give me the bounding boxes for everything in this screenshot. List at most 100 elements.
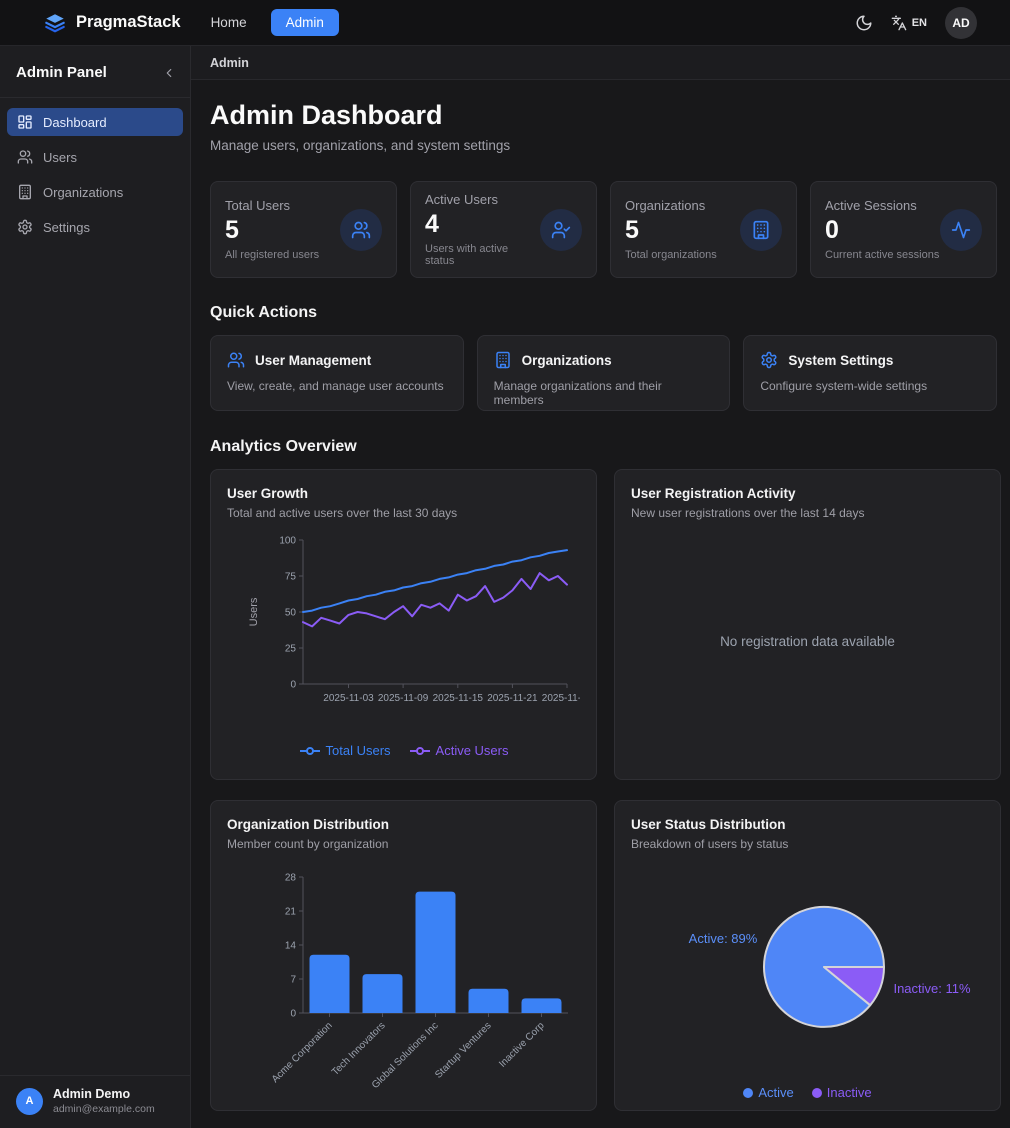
brand-name: PragmaStack [76,13,181,32]
sidebar: Admin Panel Dashboard Users Organization… [0,46,191,1128]
stat-card-active-sessions: Active Sessions 0 Current active session… [810,181,997,278]
user-status-distribution-card: User Status Distribution Breakdown of us… [614,800,1001,1111]
svg-text:2025-11-15: 2025-11-15 [433,693,484,704]
stat-description: Current active sessions [825,249,939,261]
quick-actions-grid: User Management View, create, and manage… [210,335,997,411]
stat-icon-circle [940,209,982,251]
stat-description: All registered users [225,249,319,261]
quick-action-description: View, create, and manage user accounts [227,379,447,393]
stat-description: Total organizations [625,249,717,261]
svg-text:Acme Corporation: Acme Corporation [270,1020,335,1085]
sidebar-item-dashboard[interactable]: Dashboard [7,108,183,136]
users-icon [17,149,33,165]
line-legend-marker-icon [299,746,321,756]
legend-dot-icon [743,1088,753,1098]
svg-text:Inactive: 11%: Inactive: 11% [893,981,971,996]
sidebar-header: Admin Panel [0,46,190,98]
organization-distribution-card: Organization Distribution Member count b… [210,800,597,1111]
sidebar-item-label: Settings [43,220,90,235]
svg-text:14: 14 [285,941,297,952]
empty-state-message: No registration data available [631,520,984,763]
top-nav: Home Admin [211,9,339,36]
line-legend-marker-icon [409,746,431,756]
building-icon [494,351,512,369]
svg-text:2025-11-09: 2025-11-09 [378,693,429,704]
quick-action-system-settings[interactable]: System Settings Configure system-wide se… [743,335,997,411]
moon-icon [855,14,873,32]
quick-action-organizations[interactable]: Organizations Manage organizations and t… [477,335,731,411]
pie-chart-legend: Active Inactive [631,1085,984,1100]
chart-subtitle: Member count by organization [227,837,580,851]
quick-action-title: Organizations [522,353,612,368]
quick-action-description: Configure system-wide settings [760,379,980,393]
chart-subtitle: New user registrations over the last 14 … [631,506,984,520]
legend-item-active: Active [743,1085,793,1100]
sidebar-item-organizations[interactable]: Organizations [7,178,183,206]
stat-label: Active Users [425,192,540,207]
topbar-right: EN AD [855,7,977,39]
svg-text:Active: 89%: Active: 89% [689,931,758,946]
user-email: admin@example.com [53,1103,155,1115]
users-icon [351,220,371,240]
svg-text:0: 0 [290,1009,296,1020]
svg-text:50: 50 [285,608,297,619]
stat-icon-circle [340,209,382,251]
registration-activity-card: User Registration Activity New user regi… [614,469,1001,780]
legend-item-active-users: Active Users [409,743,509,758]
chart-title: Organization Distribution [227,817,580,832]
pie-chart: Active: 89% Inactive: 11% [631,863,984,1071]
quick-action-user-management[interactable]: User Management View, create, and manage… [210,335,464,411]
stat-icon-circle [540,209,582,251]
stats-grid: Total Users 5 All registered users Activ… [210,181,997,278]
avatar: A [16,1088,43,1115]
nav-home-link[interactable]: Home [211,15,247,30]
page-subtitle: Manage users, organizations, and system … [210,138,997,153]
gear-icon [17,219,33,235]
stat-value: 4 [425,210,540,239]
legend-item-inactive: Inactive [812,1085,872,1100]
svg-text:Startup Ventures: Startup Ventures [433,1020,493,1080]
language-label: EN [912,17,927,29]
page-title: Admin Dashboard [210,100,997,131]
stat-card-active-users: Active Users 4 Users with active status [410,181,597,278]
analytics-heading: Analytics Overview [210,438,997,456]
sidebar-item-label: Organizations [43,185,123,200]
sidebar-item-label: Users [43,150,77,165]
layers-logo-icon [44,12,66,34]
svg-text:28: 28 [285,873,297,884]
chart-title: User Growth [227,486,580,501]
chart-title: User Status Distribution [631,817,984,832]
svg-text:Users: Users [248,597,260,626]
sidebar-item-users[interactable]: Users [7,143,183,171]
bar-chart: 07142128Acme CorporationTech InnovatorsG… [227,863,580,1113]
line-chart: 02550751002025-11-032025-11-092025-11-15… [227,532,580,737]
language-button[interactable]: EN [891,15,927,31]
theme-toggle-button[interactable] [855,14,873,32]
stat-card-total-users: Total Users 5 All registered users [210,181,397,278]
stat-label: Organizations [625,198,717,213]
svg-text:2025-11-27: 2025-11-27 [542,693,580,704]
main-area: Admin Admin Dashboard Manage users, orga… [191,46,1010,1128]
nav-admin-button[interactable]: Admin [271,9,339,36]
sidebar-user[interactable]: A Admin Demo admin@example.com [0,1075,190,1128]
stat-label: Total Users [225,198,319,213]
svg-text:75: 75 [285,572,297,583]
svg-text:25: 25 [285,644,297,655]
chart-subtitle: Total and active users over the last 30 … [227,506,580,520]
chevron-left-icon[interactable] [162,66,176,80]
line-chart-legend: Total Users Active Users [227,743,580,758]
languages-icon [891,15,907,31]
user-check-icon [551,220,571,240]
brand[interactable]: PragmaStack [44,12,181,34]
topbar: PragmaStack Home Admin EN AD [0,0,1010,46]
stat-description: Users with active status [425,243,540,267]
chart-subtitle: Breakdown of users by status [631,837,984,851]
chart-title: User Registration Activity [631,486,984,501]
svg-text:0: 0 [290,680,296,691]
breadcrumb-admin-link[interactable]: Admin [210,56,249,70]
content: Admin Dashboard Manage users, organizati… [191,80,1010,1127]
sidebar-item-settings[interactable]: Settings [7,213,183,241]
legend-item-total-users: Total Users [299,743,391,758]
user-avatar[interactable]: AD [945,7,977,39]
stat-value: 5 [625,216,717,245]
